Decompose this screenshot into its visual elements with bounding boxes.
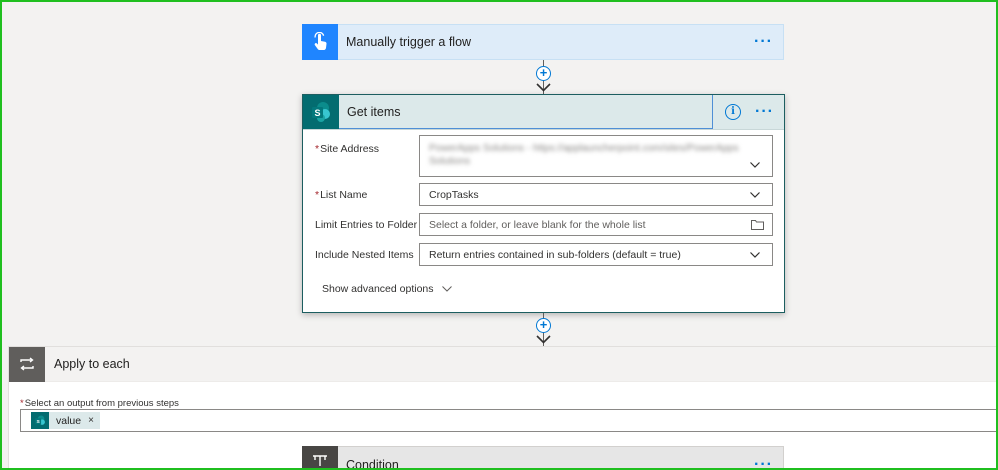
arrow-down-icon bbox=[536, 335, 551, 344]
nested-items-dropdown[interactable]: Return entries contained in sub-folders … bbox=[419, 243, 773, 266]
chevron-down-icon bbox=[441, 286, 452, 292]
site-address-label: *Site Address bbox=[315, 143, 380, 155]
list-name-label: *List Name bbox=[315, 189, 368, 201]
limit-folder-placeholder: Select a folder, or leave blank for the … bbox=[429, 218, 646, 231]
value-token-label: value bbox=[56, 414, 82, 427]
get-items-card[interactable]: S Get items i ··· *Site Address PowerApp… bbox=[302, 94, 785, 313]
remove-token-button[interactable]: × bbox=[88, 415, 94, 426]
condition-icon bbox=[302, 446, 338, 470]
apply-to-each-header[interactable]: Apply to each bbox=[9, 346, 997, 382]
nested-items-label: Include Nested Items bbox=[315, 249, 414, 261]
get-items-title: Get items bbox=[347, 104, 401, 119]
value-token[interactable]: S value × bbox=[31, 412, 100, 429]
info-icon[interactable]: i bbox=[725, 104, 742, 120]
insert-step-button[interactable]: + bbox=[536, 66, 551, 81]
list-name-dropdown[interactable]: CropTasks bbox=[419, 183, 773, 206]
nested-items-row: Include Nested Items bbox=[315, 247, 421, 261]
trigger-card[interactable]: Manually trigger a flow ··· bbox=[302, 24, 784, 60]
list-name-row: *List Name bbox=[315, 187, 421, 201]
site-address-dropdown[interactable]: PowerApps Solutions - https://applaunche… bbox=[419, 135, 773, 177]
select-output-input[interactable]: S value × bbox=[20, 409, 998, 432]
site-address-row: *Site Address bbox=[315, 141, 421, 155]
sharepoint-icon: S bbox=[303, 94, 339, 129]
limit-folder-input[interactable]: Select a folder, or leave blank for the … bbox=[419, 213, 773, 236]
trigger-title: Manually trigger a flow bbox=[346, 35, 472, 49]
chevron-down-icon bbox=[750, 192, 760, 198]
limit-folder-label: Limit Entries to Folder bbox=[315, 219, 418, 231]
chevron-down-icon bbox=[750, 162, 760, 168]
loop-icon bbox=[9, 346, 45, 382]
insert-step-button[interactable]: + bbox=[536, 318, 551, 333]
nested-items-value: Return entries contained in sub-folders … bbox=[429, 248, 681, 261]
get-items-header[interactable]: S Get items i ··· bbox=[303, 94, 784, 130]
get-items-menu-button[interactable]: ··· bbox=[755, 103, 774, 121]
arrow-down-icon bbox=[536, 83, 551, 92]
svg-text:S: S bbox=[314, 108, 320, 118]
limit-folder-row: Limit Entries to Folder bbox=[315, 217, 421, 231]
select-output-label: *Select an output from previous steps bbox=[20, 398, 179, 409]
site-address-value: PowerApps Solutions - https://applaunche… bbox=[429, 143, 739, 167]
show-advanced-options-link[interactable]: Show advanced options bbox=[322, 283, 452, 295]
touch-hand-icon bbox=[302, 24, 338, 60]
chevron-down-icon bbox=[750, 252, 760, 258]
trigger-menu-button[interactable]: ··· bbox=[754, 33, 773, 51]
sharepoint-icon: S bbox=[31, 412, 49, 429]
top-clipped-text: . . . . . . bbox=[60, 0, 91, 5]
list-name-value: CropTasks bbox=[429, 188, 479, 201]
apply-to-each-title: Apply to each bbox=[54, 357, 130, 371]
condition-card[interactable]: Condition ··· bbox=[302, 446, 784, 470]
folder-icon[interactable] bbox=[751, 219, 764, 230]
condition-title: Condition bbox=[346, 458, 399, 470]
condition-menu-button[interactable]: ··· bbox=[754, 456, 773, 470]
